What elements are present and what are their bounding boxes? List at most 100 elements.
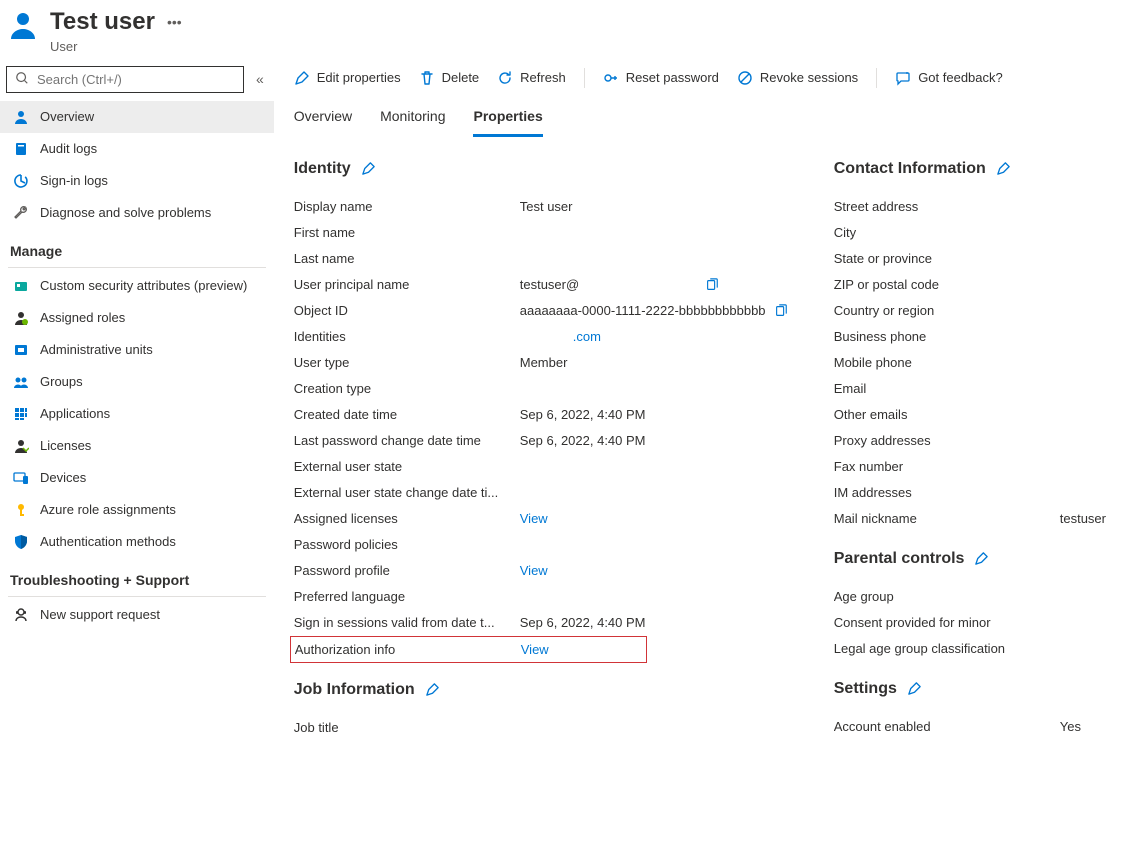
prop-fax: Fax number (834, 454, 1106, 480)
sidebar-item-overview[interactable]: Overview (0, 101, 274, 133)
toolbar-separator (876, 68, 877, 88)
prop-upn: User principal nametestuser@ (294, 272, 794, 298)
sidebar-item-assigned-roles[interactable]: Assigned roles (0, 302, 274, 334)
user-avatar-icon (6, 8, 40, 42)
prop-pref-lang: Preferred language (294, 584, 794, 610)
sidebar-item-azure-roles[interactable]: Azure role assignments (0, 494, 274, 526)
tab-monitoring[interactable]: Monitoring (380, 102, 445, 137)
sidebar-item-label: Custom security attributes (preview) (40, 278, 247, 293)
delete-button[interactable]: Delete (419, 70, 480, 86)
key-icon (12, 501, 30, 519)
toolbar-label: Edit properties (317, 70, 401, 85)
toolbar-label: Delete (442, 70, 480, 85)
sidebar-item-signin-logs[interactable]: Sign-in logs (0, 165, 274, 197)
section-title: Identity (294, 160, 351, 178)
sidebar-item-label: Groups (40, 374, 83, 389)
sidebar-item-label: Authentication methods (40, 534, 176, 549)
sidebar-item-licenses[interactable]: Licenses (0, 430, 274, 462)
toolbar-label: Refresh (520, 70, 566, 85)
sidebar-item-devices[interactable]: Devices (0, 462, 274, 494)
block-icon (737, 70, 753, 86)
sidebar: « Overview Audit logs Sign-in logs Diagn… (0, 56, 274, 761)
edit-icon[interactable] (907, 681, 922, 696)
prop-job-title: Job title (294, 715, 794, 741)
sidebar-item-groups[interactable]: Groups (0, 366, 274, 398)
view-link[interactable]: View (520, 511, 548, 526)
edit-icon[interactable] (974, 551, 989, 566)
tab-overview[interactable]: Overview (294, 102, 352, 137)
refresh-button[interactable]: Refresh (497, 70, 566, 86)
prop-bphone: Business phone (834, 324, 1106, 350)
prop-auth-info: Authorization infoView (290, 636, 647, 663)
prop-last-pw: Last password change date timeSep 6, 202… (294, 428, 794, 454)
revoke-sessions-button[interactable]: Revoke sessions (737, 70, 858, 86)
prop-proxy: Proxy addresses (834, 428, 1106, 454)
sidebar-item-custom-security[interactable]: Custom security attributes (preview) (0, 270, 274, 302)
search-input[interactable] (35, 71, 235, 88)
prop-pw-profile: Password profileView (294, 558, 794, 584)
sidebar-section-manage: Manage (0, 229, 274, 265)
roles-icon (12, 309, 30, 327)
sidebar-item-auth-methods[interactable]: Authentication methods (0, 526, 274, 558)
prop-street: Street address (834, 194, 1106, 220)
edit-icon[interactable] (996, 161, 1011, 176)
sidebar-section-support: Troubleshooting + Support (0, 558, 274, 594)
badge-icon (12, 277, 30, 295)
prop-state: State or province (834, 246, 1106, 272)
page-header: Test user ••• User (0, 0, 1126, 56)
prop-country: Country or region (834, 298, 1106, 324)
prop-ext-state-change: External user state change date ti... (294, 480, 794, 506)
view-link[interactable]: View (520, 563, 548, 578)
sidebar-item-label: Overview (40, 109, 94, 124)
prop-age: Age group (834, 584, 1106, 610)
section-settings: Settings (834, 680, 1106, 698)
prop-oemails: Other emails (834, 402, 1106, 428)
edit-icon[interactable] (425, 682, 440, 697)
copy-icon[interactable] (705, 278, 719, 292)
pencil-icon (294, 70, 310, 86)
view-link[interactable]: View (521, 642, 549, 657)
tab-properties[interactable]: Properties (473, 102, 542, 137)
signin-icon (12, 172, 30, 190)
page-subtitle: User (50, 39, 182, 54)
refresh-icon (497, 70, 513, 86)
divider (8, 267, 266, 268)
feedback-button[interactable]: Got feedback? (895, 70, 1003, 86)
sidebar-item-applications[interactable]: Applications (0, 398, 274, 430)
sidebar-item-diagnose[interactable]: Diagnose and solve problems (0, 197, 274, 229)
licenses-icon (12, 437, 30, 455)
sidebar-item-label: Administrative units (40, 342, 153, 357)
prop-email: Email (834, 376, 1106, 402)
sidebar-item-support-request[interactable]: New support request (0, 599, 274, 631)
toolbar-label: Revoke sessions (760, 70, 858, 85)
support-icon (12, 606, 30, 624)
more-actions-button[interactable]: ••• (167, 14, 182, 30)
prop-value-link[interactable]: .com (573, 329, 601, 344)
section-parental: Parental controls (834, 550, 1106, 568)
adminunits-icon (12, 341, 30, 359)
section-title: Contact Information (834, 160, 986, 178)
section-identity: Identity (294, 160, 794, 178)
sidebar-item-label: Diagnose and solve problems (40, 205, 211, 220)
sidebar-item-label: Licenses (40, 438, 91, 453)
reset-password-button[interactable]: Reset password (603, 70, 719, 86)
person-icon (12, 108, 30, 126)
sidebar-item-audit-logs[interactable]: Audit logs (0, 133, 274, 165)
copy-icon[interactable] (774, 304, 788, 318)
sidebar-item-label: Azure role assignments (40, 502, 176, 517)
devices-icon (12, 469, 30, 487)
edit-icon[interactable] (361, 161, 376, 176)
page-title: Test user (50, 8, 155, 37)
sidebar-item-label: Applications (40, 406, 110, 421)
prop-identities: Identities.com (294, 324, 794, 350)
book-icon (12, 140, 30, 158)
sidebar-item-label: Devices (40, 470, 86, 485)
search-input-wrapper[interactable] (6, 66, 244, 93)
prop-creation-type: Creation type (294, 376, 794, 402)
section-contact: Contact Information (834, 160, 1106, 178)
sidebar-item-admin-units[interactable]: Administrative units (0, 334, 274, 366)
main-content: Edit properties Delete Refresh Reset pas… (274, 56, 1126, 761)
prop-im: IM addresses (834, 480, 1106, 506)
collapse-sidebar-button[interactable]: « (252, 71, 268, 87)
edit-properties-button[interactable]: Edit properties (294, 70, 401, 86)
